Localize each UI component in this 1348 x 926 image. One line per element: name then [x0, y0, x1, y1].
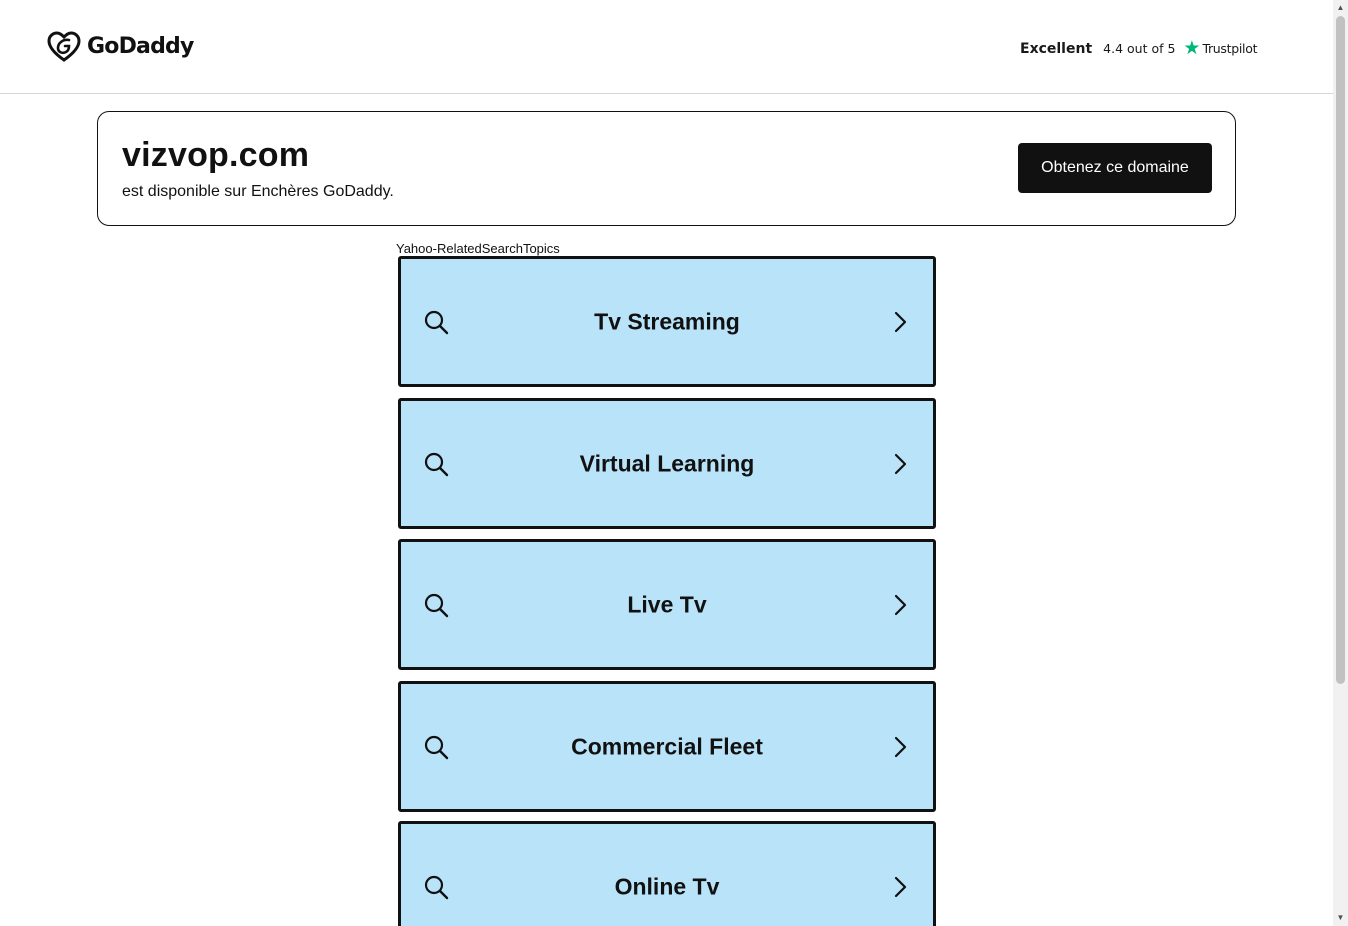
related-search-title: Yahoo-RelatedSearchTopics [396, 241, 560, 256]
chevron-right-icon [894, 311, 907, 332]
related-topic-online-tv[interactable]: Online Tv [398, 821, 936, 926]
search-icon [424, 593, 449, 617]
domain-banner: vizvop.com est disponible sur Enchères G… [97, 111, 1236, 226]
godaddy-heart-icon [47, 31, 81, 62]
get-domain-button[interactable]: Obtenez ce domaine [1018, 143, 1212, 193]
chevron-right-icon [894, 453, 907, 474]
related-topic-commercial-fleet[interactable]: Commercial Fleet [398, 681, 936, 812]
scroll-up-arrow-icon[interactable]: ▲ [1333, 0, 1348, 16]
trustpilot-score: 4.4 out of 5 [1103, 41, 1176, 56]
trustpilot-rating[interactable]: Excellent 4.4 out of 5 ★ Trustpilot [1020, 39, 1257, 58]
chevron-right-icon [894, 876, 907, 897]
related-topic-label: Tv Streaming [594, 308, 740, 334]
related-topic-label: Live Tv [627, 591, 707, 617]
search-icon [424, 310, 449, 334]
domain-name: vizvop.com [122, 136, 310, 174]
chevron-right-icon [894, 736, 907, 757]
scroll-down-arrow-icon[interactable]: ▼ [1333, 910, 1348, 926]
related-topic-label: Online Tv [614, 873, 720, 899]
domain-availability-text: est disponible sur Enchères GoDaddy. [122, 183, 394, 200]
chevron-right-icon [894, 594, 907, 615]
related-topic-label: Commercial Fleet [571, 733, 763, 759]
vertical-scrollbar[interactable]: ▲ ▼ [1333, 0, 1348, 926]
related-topic-tv-streaming[interactable]: Tv Streaming [398, 256, 936, 387]
search-icon [424, 875, 449, 899]
search-icon [424, 452, 449, 476]
trustpilot-brand: Trustpilot [1202, 41, 1258, 56]
godaddy-logo[interactable]: GoDaddy [47, 31, 194, 62]
search-icon [424, 735, 449, 759]
logo-wordmark: GoDaddy [87, 34, 194, 59]
trustpilot-star-icon: ★ [1183, 38, 1201, 59]
related-topic-virtual-learning[interactable]: Virtual Learning [398, 398, 936, 529]
trustpilot-rating-word: Excellent [1020, 40, 1093, 57]
page: GoDaddy Excellent 4.4 out of 5 ★ Trustpi… [0, 0, 1333, 926]
scrollbar-thumb[interactable] [1336, 16, 1345, 684]
related-topic-label: Virtual Learning [579, 450, 755, 476]
related-topic-live-tv[interactable]: Live Tv [398, 539, 936, 670]
header: GoDaddy Excellent 4.4 out of 5 ★ Trustpi… [0, 0, 1333, 94]
